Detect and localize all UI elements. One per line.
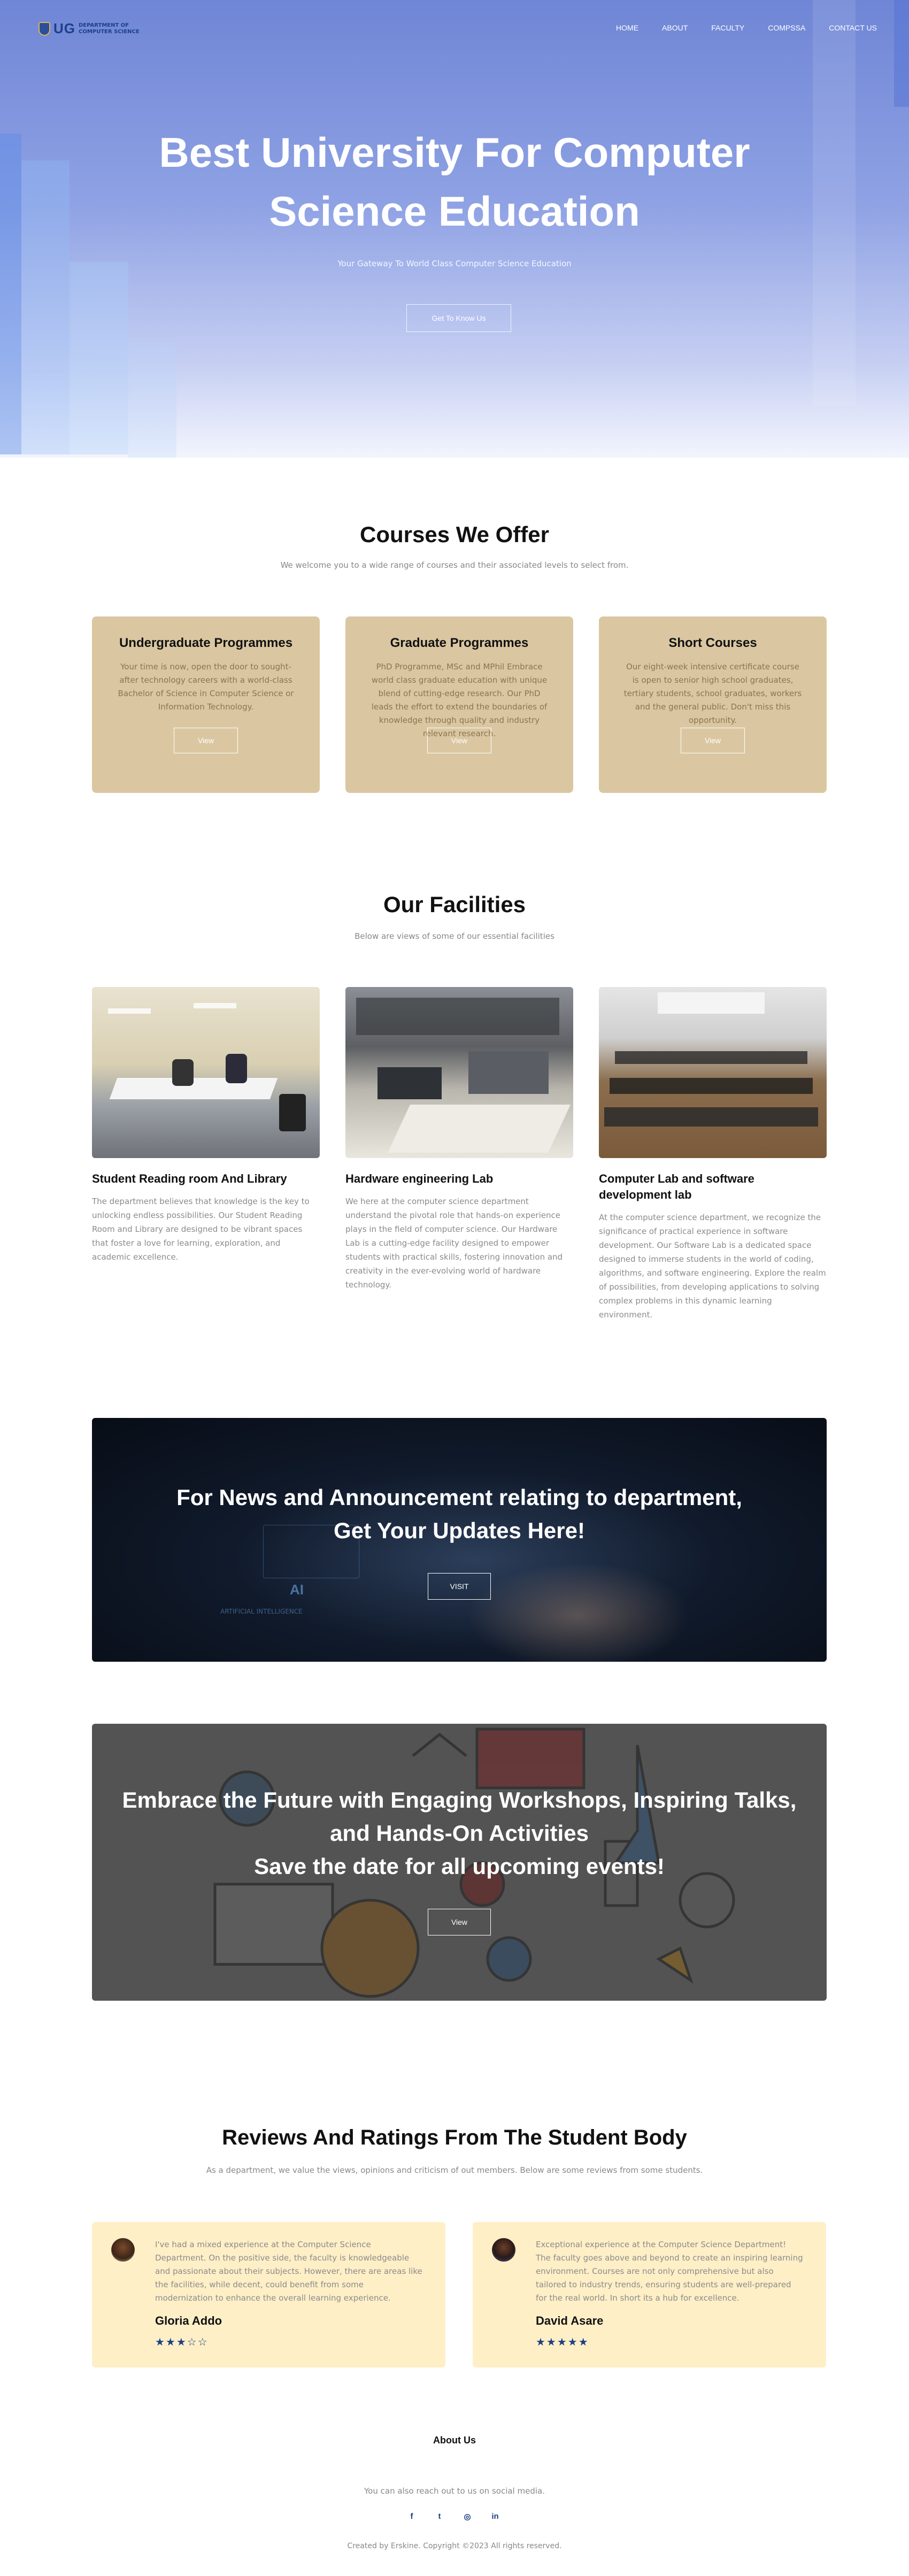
events-line2: and Hands-On Activities (330, 1821, 589, 1846)
review-card: Exceptional experience at the Computer S… (473, 2222, 826, 2367)
visit-button[interactable]: VISIT (428, 1573, 491, 1600)
hero-subtitle: Your Gateway To World Class Computer Sci… (337, 259, 572, 268)
course-title: Undergraduate Programmes (119, 636, 293, 650)
decor-square (128, 342, 176, 458)
facility-card-library: Student Reading room And Library The dep… (92, 987, 320, 1264)
ai-bg-text: AI (290, 1582, 304, 1598)
news-line2: Get Your Updates Here! (334, 1518, 585, 1543)
facilities-title: Our Facilities (383, 892, 526, 917)
courses-title: Courses We Offer (360, 522, 549, 547)
copyright: Created by Erskine. Copyright ©2023 All … (347, 2542, 562, 2550)
reviewer-name: Gloria Addo (155, 2314, 222, 2327)
nav-about[interactable]: ABOUT (662, 24, 688, 32)
twitter-icon[interactable]: t (434, 2512, 445, 2521)
review-text: I've had a mixed experience at the Compu… (155, 2240, 422, 2303)
ai-bg-caption: ARTIFICIAL INTELLIGENCE (220, 1608, 303, 1615)
facility-image (92, 987, 320, 1158)
linkedin-icon[interactable]: in (490, 2512, 500, 2521)
review-text: Exceptional experience at the Computer S… (536, 2240, 803, 2303)
course-card-graduate: Graduate Programmes PhD Programme, MSc a… (345, 616, 573, 793)
course-text: Our eight-week intensive certificate cou… (623, 662, 802, 725)
facility-text: We here at the computer science departme… (345, 1197, 563, 1290)
facility-title: Hardware engineering Lab (345, 1172, 494, 1185)
reviewer-name: David Asare (536, 2314, 604, 2327)
course-card-undergraduate: Undergraduate Programmes Your time is no… (92, 616, 320, 793)
nav-home[interactable]: HOME (616, 24, 638, 32)
social-links: f t ◎ in (406, 2512, 500, 2521)
courses-subtitle: We welcome you to a wide range of course… (280, 560, 629, 570)
events-line3: Save the date for all upcoming events! (254, 1854, 665, 1879)
events-line1: Embrace the Future with Engaging Worksho… (122, 1787, 797, 1813)
news-line1: For News and Announcement relating to de… (176, 1485, 742, 1510)
logo[interactable]: UG DEPARTMENT OF COMPUTER SCIENCE (38, 20, 140, 37)
nav-contact[interactable]: CONTACT US (829, 24, 877, 32)
logo-mark: UG (53, 20, 75, 36)
decor-square (21, 160, 70, 454)
reviews-title: Reviews And Ratings From The Student Bod… (222, 2126, 687, 2149)
course-text: Your time is now, open the door to sough… (118, 662, 294, 712)
decor-hand (466, 1562, 691, 1662)
nav-menu: HOME ABOUT FACULTY COMPSSA CONTACT US (616, 24, 877, 32)
logo-line1: DEPARTMENT OF (79, 22, 129, 28)
avatar (111, 2238, 135, 2262)
review-card: I've had a mixed experience at the Compu… (92, 2222, 445, 2367)
events-banner: Embrace the Future with Engaging Worksho… (92, 1724, 827, 2001)
avatar (492, 2238, 515, 2262)
facility-text: At the computer science department, we r… (599, 1213, 826, 1320)
view-button[interactable]: View (174, 728, 238, 753)
course-title: Short Courses (668, 636, 757, 650)
decor-square (0, 134, 21, 454)
logo-text: DEPARTMENT OF COMPUTER SCIENCE (79, 22, 140, 35)
facility-card-computer-lab: Computer Lab and software development la… (599, 987, 827, 1322)
view-button[interactable]: View (681, 728, 745, 753)
view-button[interactable]: View (427, 728, 491, 753)
course-card-short: Short Courses Our eight-week intensive c… (599, 616, 827, 793)
shield-icon (38, 21, 50, 36)
facility-text: The department believes that knowledge i… (92, 1197, 310, 1262)
decor-square (894, 0, 909, 107)
news-heading: For News and Announcement relating to de… (92, 1481, 827, 1547)
facilities-subtitle: Below are views of some of our essential… (355, 931, 554, 941)
nav-faculty[interactable]: FACULTY (711, 24, 744, 32)
reviews-subtitle: As a department, we value the views, opi… (206, 2165, 703, 2175)
facility-image (599, 987, 827, 1158)
nav-compssa[interactable]: COMPSSA (768, 24, 805, 32)
star-rating: ★★★☆☆ (155, 2335, 209, 2348)
star-rating: ★★★★★ (536, 2335, 589, 2348)
top-nav: UG DEPARTMENT OF COMPUTER SCIENCE HOME A… (38, 16, 877, 43)
footer-subtitle: You can also reach out to us on social m… (364, 2486, 545, 2496)
facility-title: Student Reading room And Library (92, 1172, 287, 1185)
about-us-title: About Us (433, 2435, 476, 2446)
instagram-icon[interactable]: ◎ (462, 2512, 473, 2521)
news-banner: AI ARTIFICIAL INTELLIGENCE For News and … (92, 1418, 827, 1662)
hero-title: Best University For Computer Science Edu… (159, 129, 750, 235)
hero-section: UG DEPARTMENT OF COMPUTER SCIENCE HOME A… (0, 0, 909, 458)
decor-square (70, 262, 128, 454)
facility-title: Computer Lab and software development la… (599, 1172, 754, 1201)
events-view-button[interactable]: View (428, 1909, 491, 1935)
course-title: Graduate Programmes (390, 636, 529, 650)
facility-card-hardware: Hardware engineering Lab We here at the … (345, 987, 573, 1292)
events-heading: Embrace the Future with Engaging Worksho… (92, 1784, 827, 1883)
facebook-icon[interactable]: f (406, 2512, 417, 2521)
get-to-know-us-button[interactable]: Get To Know Us (406, 304, 511, 332)
logo-line2: COMPUTER SCIENCE (79, 28, 140, 35)
facility-image (345, 987, 573, 1158)
